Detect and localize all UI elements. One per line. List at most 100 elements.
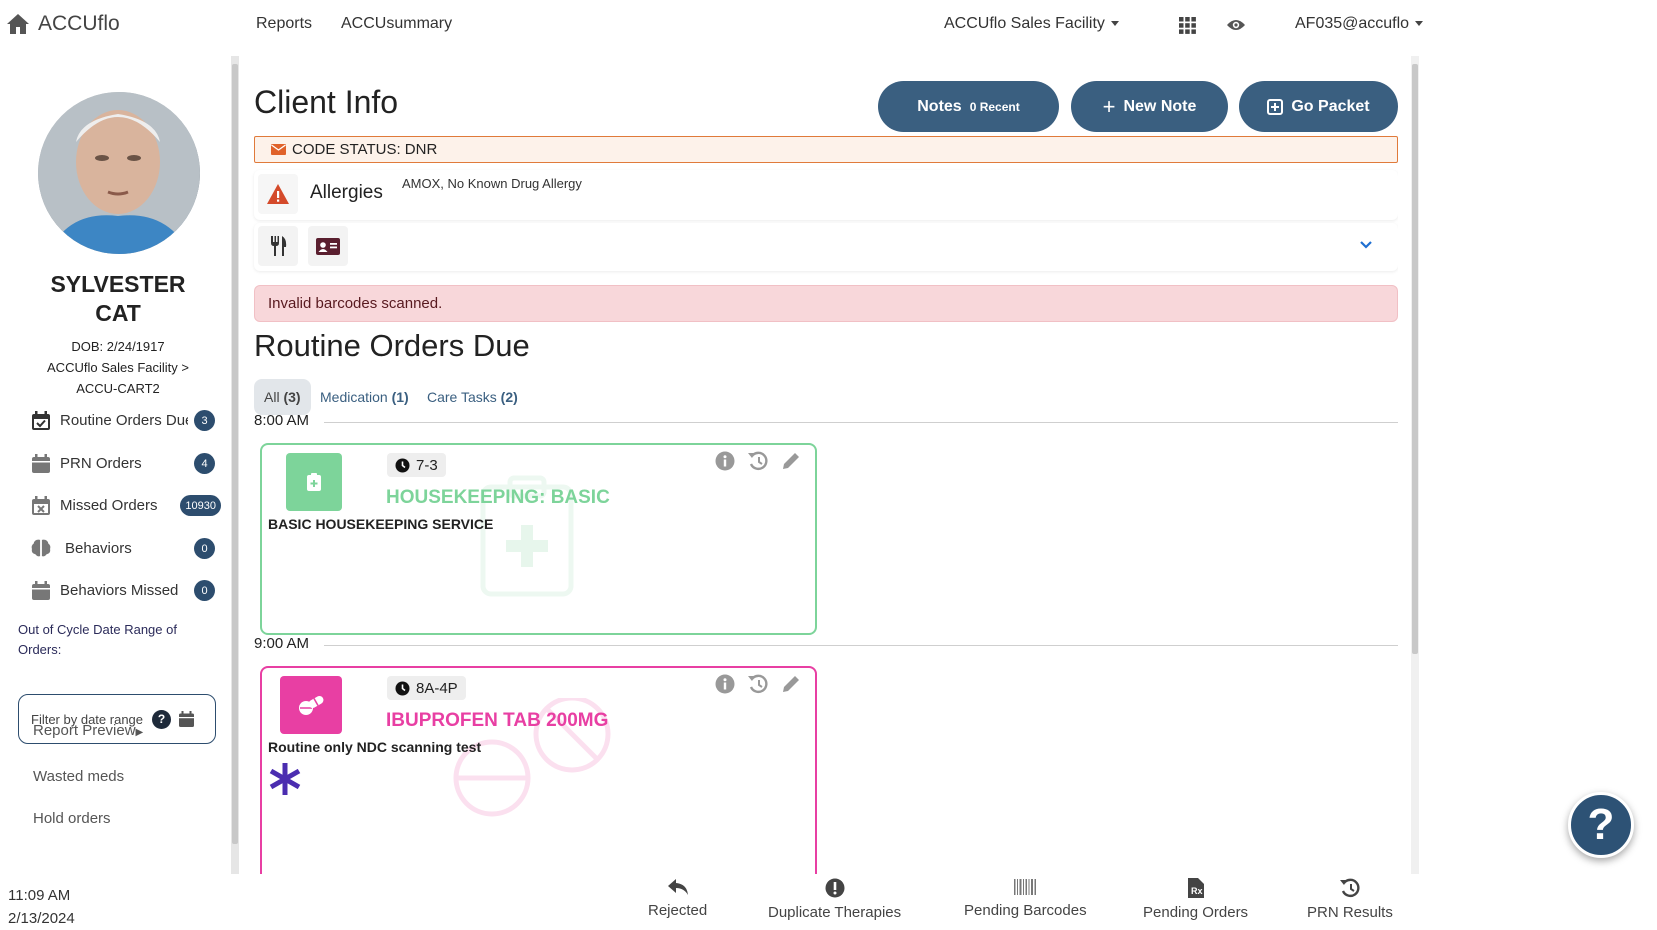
new-note-button[interactable]: + New Note <box>1071 81 1228 132</box>
scrollbar-thumb[interactable] <box>1412 64 1418 654</box>
duplicate-therapies-label: Duplicate Therapies <box>768 904 902 921</box>
patient-cart: ACCU-CART2 <box>76 381 160 396</box>
chevron-down-icon <box>1110 21 1119 27</box>
allergies-label: Allergies <box>310 182 383 203</box>
count-badge: 3 <box>194 410 215 431</box>
patient-dob: DOB: 2/24/1917 <box>71 339 165 354</box>
report-preview-label: Report Preview <box>33 722 136 739</box>
clock-icon <box>395 458 410 472</box>
tab-care-tasks[interactable]: Care Tasks (2) <box>417 379 528 415</box>
go-packet-button[interactable]: Go Packet <box>1239 81 1398 132</box>
time-group-label: 8:00 AM <box>254 412 310 429</box>
code-status-banner: CODE STATUS: DNR <box>254 136 1398 163</box>
prn-results-button[interactable]: PRN Results <box>1307 878 1393 921</box>
shift-badge: 7-3 <box>387 453 446 477</box>
help-icon[interactable]: ? <box>152 709 172 729</box>
sidebar-item-label: Routine Orders Due <box>60 411 188 429</box>
main-scrollbar[interactable] <box>1411 56 1419 874</box>
sidebar-item-prn-orders[interactable]: PRN Orders 4 <box>31 447 221 479</box>
calendar-icon <box>31 580 51 600</box>
current-date: 2/13/2024 <box>8 910 75 927</box>
tab-label: All <box>264 389 280 405</box>
allergies-value: AMOX, No Known Drug Allergy <box>402 176 582 191</box>
order-title: IBUPROFEN TAB 200MG <box>386 710 609 731</box>
patient-avatar <box>38 92 200 254</box>
patient-last-name: CAT <box>95 300 141 326</box>
calendar-icon[interactable] <box>179 711 195 727</box>
sidebar-scrollbar[interactable] <box>231 56 239 874</box>
sidebar-item-behaviors-missed[interactable]: Behaviors Missed 0 <box>31 574 221 606</box>
svg-text:Rx: Rx <box>1191 886 1203 896</box>
scrollbar-thumb[interactable] <box>232 64 238 844</box>
report-preview-link[interactable]: Report Preview▶ <box>33 722 143 739</box>
sidebar-item-missed-orders[interactable]: Missed Orders 10930 <box>31 489 221 521</box>
history-icon[interactable] <box>747 451 769 471</box>
pending-orders-label: Pending Orders <box>1143 904 1249 921</box>
tab-count: (2) <box>500 389 518 405</box>
clipboard-icon <box>286 453 342 511</box>
pencil-icon[interactable] <box>781 451 801 471</box>
tab-all[interactable]: All (3) <box>254 379 311 415</box>
chevron-down-icon <box>1415 21 1424 27</box>
clock: 11:09 AM 2/13/2024 <box>8 884 75 930</box>
pills-icon <box>280 676 342 734</box>
order-description: BASIC HOUSEKEEPING SERVICE <box>268 516 494 532</box>
tab-label: Medication <box>320 389 388 405</box>
wasted-meds-link[interactable]: Wasted meds <box>33 768 124 785</box>
facility-dropdown[interactable]: ACCUflo Sales Facility <box>944 15 1119 33</box>
patient-details: DOB: 2/24/1917 ACCUflo Sales Facility > … <box>6 336 224 399</box>
plus-icon: + <box>1102 93 1116 119</box>
order-description: Routine only NDC scanning test <box>268 739 482 755</box>
rejected-button[interactable]: Rejected <box>648 878 707 919</box>
patient-photo <box>38 92 200 254</box>
shift-badge: 8A-4P <box>387 676 466 700</box>
user-menu[interactable]: AF035@accuflo <box>1295 15 1424 33</box>
nav-reports[interactable]: Reports <box>256 15 312 33</box>
help-button[interactable]: ? <box>1568 792 1634 858</box>
brain-icon <box>31 538 51 558</box>
divider <box>324 422 1398 423</box>
info-icon[interactable] <box>715 674 735 694</box>
eye-icon[interactable] <box>1226 18 1246 32</box>
history-icon[interactable] <box>747 674 769 694</box>
duplicate-therapies-button[interactable]: Duplicate Therapies <box>768 878 901 921</box>
nav-accusummary[interactable]: ACCUsummary <box>341 15 452 33</box>
sidebar-item-label: Missed Orders <box>60 496 158 514</box>
id-card-icon[interactable] <box>308 226 348 266</box>
divider <box>324 645 1398 646</box>
sidebar-item-label: PRN Orders <box>60 454 142 472</box>
home-icon <box>7 14 29 34</box>
info-icon[interactable] <box>715 451 735 471</box>
utensils-icon[interactable] <box>258 226 298 266</box>
pending-barcodes-button[interactable]: Pending Barcodes <box>964 878 1087 919</box>
calendar-icon <box>31 453 51 473</box>
go-packet-label: Go Packet <box>1291 97 1370 115</box>
chevron-down-icon[interactable] <box>1360 241 1372 249</box>
order-card-ibuprofen[interactable]: 8A-4P IBUPROFEN TAB 200MG Routine only N… <box>260 666 817 874</box>
pending-orders-button[interactable]: Rx Pending Orders <box>1143 878 1248 921</box>
tab-count: (1) <box>391 389 409 405</box>
main-content: Client Info Notes 0 Recent + New Note Go… <box>240 56 1398 874</box>
order-card-housekeeping[interactable]: 7-3 HOUSEKEEPING: BASIC BASIC HOUSEKEEPI… <box>260 443 817 635</box>
history-icon <box>1339 878 1360 898</box>
shift-label: 7-3 <box>416 456 438 474</box>
count-badge: 10930 <box>180 495 221 516</box>
hold-orders-link[interactable]: Hold orders <box>33 810 111 827</box>
tab-medication[interactable]: Medication (1) <box>310 379 419 415</box>
rejected-label: Rejected <box>648 902 708 919</box>
shift-label: 8A-4P <box>416 679 458 697</box>
count-badge: 0 <box>194 538 215 559</box>
page-title: Client Info <box>254 84 399 120</box>
envelope-icon <box>271 144 286 155</box>
info-icons-card <box>254 223 1398 271</box>
sidebar-item-behaviors[interactable]: Behaviors 0 <box>31 532 221 564</box>
sidebar-item-routine-orders[interactable]: Routine Orders Due 3 <box>31 404 221 436</box>
brand[interactable]: ACCUflo <box>6 12 120 36</box>
grid-icon[interactable] <box>1179 17 1196 34</box>
order-title: HOUSEKEEPING: BASIC <box>386 487 610 508</box>
exclamation-circle-icon <box>825 878 845 898</box>
tab-label: Care Tasks <box>427 389 497 405</box>
pencil-icon[interactable] <box>781 674 801 694</box>
notes-button[interactable]: Notes 0 Recent <box>878 81 1059 132</box>
sidebar-item-label: Behaviors <box>65 539 132 557</box>
